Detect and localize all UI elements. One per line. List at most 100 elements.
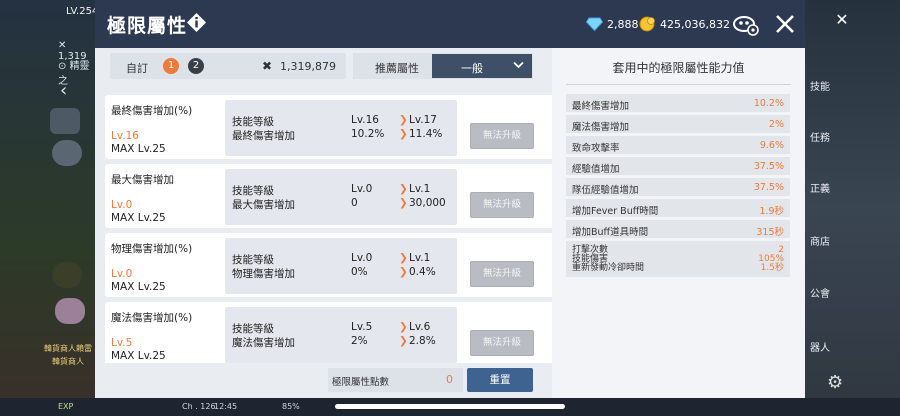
ability-card: 物理傷害增加(%) Lv.0 MAX Lv.25 技能等級 物理傷害增加 Lv.… (105, 233, 569, 297)
arrow-right-icon: ❯ (399, 321, 408, 333)
close-icon[interactable] (773, 12, 797, 36)
ability-max-level: MAX Lv.25 (111, 212, 166, 224)
applied-stat-row: 魔法傷害增加 2% (566, 115, 790, 133)
next-level: Lv.1 (409, 183, 431, 195)
hyper-points-box: 極限屬性點數 0 (328, 368, 463, 392)
applied-stat-multi-row: 打擊次數 技能傷害 重新發動冷卻時間 2 105% 1.5秒 (566, 241, 790, 277)
hyper-stat-dialog: 極限屬性 2,888 425,036,832 自訂 1 2 ✖ 1,319,87… (95, 0, 805, 398)
battery-level: 85% (282, 402, 300, 411)
ability-max-level: MAX Lv.25 (111, 281, 166, 293)
npc-name-1: 韓貨商人賴雷 (44, 344, 92, 353)
stat-value: 2% (768, 119, 784, 130)
gold-currency: 425,036,832 (639, 15, 730, 33)
chevron-down-icon (513, 61, 524, 69)
info-icon[interactable] (186, 12, 207, 33)
ability-card: 最大傷害增加 Lv.0 MAX Lv.25 技能等級 最大傷害增加 Lv.0 0… (105, 164, 569, 228)
ability-name: 最終傷害增加(%) (111, 105, 193, 117)
npc-bunny[interactable] (55, 298, 85, 324)
applied-stat-row: 經驗值增加 37.5% (566, 157, 790, 175)
arrow-right-icon: ❯ (399, 183, 408, 195)
ability-list[interactable]: 最終傷害增加(%) Lv.16 MAX Lv.25 技能等級 最終傷害增加 Lv… (105, 95, 569, 363)
applied-stat-row: 致命攻擊率 9.6% (566, 136, 790, 154)
arrow-right-icon: ❯ (399, 128, 408, 140)
combat-power-value: 1,319,879 (280, 60, 336, 73)
stat-value: 37.5% (753, 161, 784, 172)
exp-label: EXP (58, 402, 74, 411)
recommend-value: 一般 (461, 62, 483, 75)
effect-label: 最終傷害增加 (232, 130, 295, 142)
ability-name: 魔法傷害增加(%) (111, 312, 193, 324)
next-level: Lv.17 (409, 114, 437, 126)
clock: 12:45 (214, 402, 238, 411)
ability-name: 最大傷害增加 (111, 174, 174, 186)
preset-tab-1[interactable]: 1 (163, 58, 179, 74)
stat-value: 1.5秒 (760, 263, 784, 273)
arrow-right-icon: ❯ (399, 114, 408, 126)
side-label-guild[interactable]: 公會 (810, 285, 830, 300)
current-value: 10.2% (351, 128, 385, 140)
next-value: 0.4% (409, 266, 436, 278)
applied-stats-title: 套用中的極限屬性能力值 (612, 61, 745, 75)
game-left-area: LV.254 ✕ 1,319 ⊙ 精靈之 ‹ 韓貨商人賴雷 韓貨商人 (0, 0, 98, 416)
ability-level: Lv.0 (111, 199, 133, 211)
ability-card: 魔法傷害增加(%) Lv.5 MAX Lv.25 技能等級 魔法傷害增加 Lv.… (105, 302, 569, 363)
stat-label: 重新發動冷卻時間 (572, 263, 645, 273)
arrow-right-icon: ❯ (399, 197, 408, 209)
side-label-justice[interactable]: 正義 (810, 180, 830, 195)
ability-stat-box: 技能等級 最終傷害增加 Lv.16 10.2% ❯ ❯ Lv.17 11.4% (225, 100, 457, 156)
home-indicator[interactable] (335, 404, 565, 409)
emote-icon[interactable] (52, 140, 82, 166)
ability-level: Lv.5 (111, 337, 133, 349)
current-level: Lv.5 (351, 321, 373, 333)
stat-value: 37.5% (753, 182, 784, 193)
back-arrow-icon[interactable]: ‹ (60, 80, 67, 101)
stat-settings-icon[interactable] (733, 11, 759, 37)
ability-level: Lv.0 (111, 268, 133, 280)
dialog-titlebar: 極限屬性 2,888 425,036,832 (95, 0, 805, 48)
close-game-icon[interactable]: ✕ (827, 10, 857, 36)
side-label-skill[interactable]: 技能 (810, 78, 830, 93)
upgrade-button[interactable]: 無法升級 (470, 330, 534, 356)
preset-tab-2[interactable]: 2 (188, 58, 204, 74)
current-value: 0% (351, 266, 368, 278)
stat-label: 致命攻擊率 (572, 143, 620, 154)
ability-card: 最終傷害增加(%) Lv.16 MAX Lv.25 技能等級 最終傷害增加 Lv… (105, 95, 569, 159)
stat-label: 增加Fever Buff時間 (572, 206, 659, 217)
stat-value: 1.9秒 (759, 206, 784, 217)
upgrade-button[interactable]: 無法升級 (470, 192, 534, 218)
diamond-icon (586, 17, 603, 31)
side-label-shop[interactable]: 商店 (810, 233, 830, 248)
channel-label: Ch . 126 (182, 402, 216, 411)
current-value: 2% (351, 335, 368, 347)
quest-icon[interactable] (50, 108, 80, 134)
upgrade-button[interactable]: 無法升級 (470, 123, 534, 149)
gold-amount: 425,036,832 (660, 17, 730, 31)
diamond-currency: 2,888 (586, 15, 639, 33)
skill-level-label: 技能等級 (232, 185, 274, 197)
chat-icon[interactable] (52, 262, 82, 288)
current-value: 0 (351, 197, 358, 209)
ability-max-level: MAX Lv.25 (111, 143, 166, 155)
stat-value: 9.6% (759, 140, 784, 151)
side-label-quest[interactable]: 任務 (810, 129, 830, 144)
upgrade-button[interactable]: 無法升級 (470, 261, 534, 287)
applied-stat-row: 最終傷害增加 10.2% (566, 94, 790, 112)
stat-label: 增加Buff道具時間 (572, 227, 649, 238)
stat-label: 經驗值增加 (572, 164, 620, 175)
ability-stat-box: 技能等級 物理傷害增加 Lv.0 0% ❯ ❯ Lv.1 0.4% (225, 238, 457, 294)
current-level: Lv.0 (351, 183, 373, 195)
hyper-points-label: 極限屬性點數 (332, 377, 390, 388)
dialog-title: 極限屬性 (107, 15, 188, 37)
combat-power-box: ✖ 1,319,879 (256, 53, 346, 79)
effect-label: 物理傷害增加 (232, 268, 295, 280)
skill-level-label: 技能等級 (232, 116, 274, 128)
recommend-dropdown[interactable]: 一般 (432, 54, 532, 78)
ability-max-level: MAX Lv.25 (111, 350, 166, 362)
next-value: 2.8% (409, 335, 436, 347)
reset-button[interactable]: 重置 (467, 368, 533, 392)
ability-stat-box: 技能等級 最大傷害增加 Lv.0 0 ❯ ❯ Lv.1 30,000 (225, 169, 457, 225)
settings-gear-icon[interactable]: ⚙ (827, 372, 857, 398)
side-label-robot[interactable]: 器人 (810, 339, 830, 354)
stat-label: 最終傷害增加 (572, 101, 630, 112)
applied-stat-row: 增加Fever Buff時間 1.9秒 (566, 199, 790, 217)
